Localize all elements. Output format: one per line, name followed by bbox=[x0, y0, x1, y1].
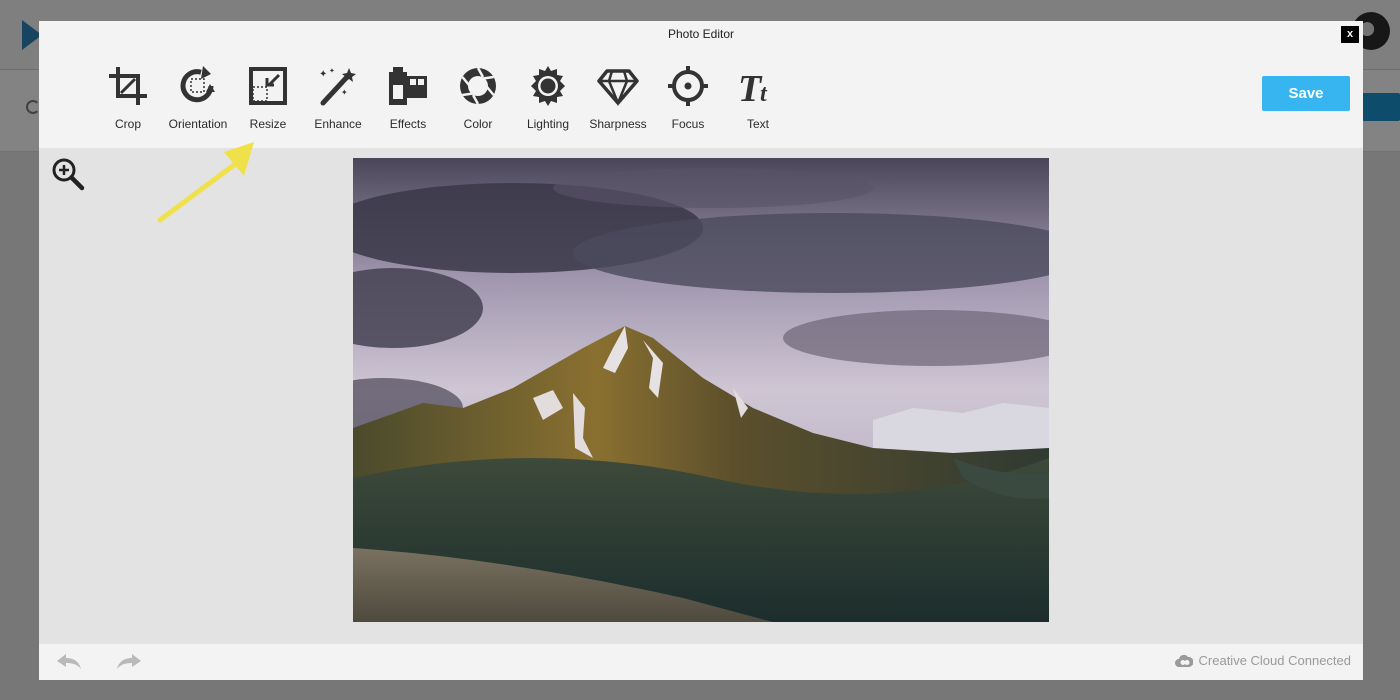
crosshair-icon bbox=[668, 66, 708, 106]
svg-text:t: t bbox=[760, 81, 768, 107]
editor-footer: Creative Cloud Connected bbox=[39, 644, 1363, 680]
redo-icon[interactable] bbox=[115, 652, 143, 672]
tool-sharpness[interactable]: Sharpness bbox=[583, 65, 653, 135]
tool-label: Crop bbox=[114, 117, 141, 131]
tool-effects[interactable]: Effects bbox=[373, 65, 443, 135]
orientation-icon bbox=[180, 66, 215, 103]
photo-editor-modal: Photo Editor x Crop Orientation Resize ✦… bbox=[39, 21, 1363, 680]
svg-text:✦: ✦ bbox=[329, 67, 335, 75]
close-button[interactable]: x bbox=[1341, 26, 1359, 43]
tool-label: Sharpness bbox=[589, 117, 647, 131]
tool-bar: Crop Orientation Resize ✦ ✦ ✦ Enhance Ef… bbox=[93, 65, 793, 135]
tool-crop[interactable]: Crop bbox=[93, 65, 163, 135]
tool-label: Enhance bbox=[314, 117, 362, 131]
tool-label: Effects bbox=[389, 117, 427, 131]
cloud-status: Creative Cloud Connected bbox=[1174, 653, 1351, 668]
crop-icon bbox=[109, 67, 147, 105]
aperture-icon bbox=[460, 67, 496, 105]
tool-enhance[interactable]: ✦ ✦ ✦ Enhance bbox=[303, 65, 373, 135]
resize-icon bbox=[249, 67, 287, 105]
tool-color[interactable]: Color bbox=[443, 65, 513, 135]
tool-label: Lighting bbox=[526, 117, 570, 131]
tool-orientation[interactable]: Orientation bbox=[163, 65, 233, 135]
tool-label: Orientation bbox=[168, 117, 228, 131]
text-icon: T t bbox=[738, 68, 768, 107]
save-button[interactable]: Save bbox=[1262, 76, 1350, 111]
tool-focus[interactable]: Focus bbox=[653, 65, 723, 135]
tool-label: Text bbox=[746, 117, 769, 131]
tool-lighting[interactable]: Lighting bbox=[513, 65, 583, 135]
modal-title: Photo Editor bbox=[667, 27, 735, 41]
photo-canvas[interactable] bbox=[353, 158, 1049, 622]
svg-text:✦: ✦ bbox=[319, 69, 327, 80]
editor-header: Photo Editor x Crop Orientation Resize ✦… bbox=[39, 21, 1363, 148]
svg-text:✦: ✦ bbox=[341, 88, 348, 97]
undo-icon[interactable] bbox=[55, 652, 83, 672]
mountain-photo bbox=[353, 158, 1049, 622]
tool-label: Focus bbox=[671, 117, 705, 131]
cloud-status-label: Creative Cloud Connected bbox=[1198, 653, 1351, 668]
creative-cloud-icon bbox=[1174, 654, 1193, 667]
tool-text[interactable]: T t Text bbox=[723, 65, 793, 135]
tool-label: Resize bbox=[249, 117, 287, 131]
sun-icon bbox=[531, 66, 565, 106]
tool-label: Color bbox=[463, 117, 493, 131]
diamond-icon bbox=[597, 69, 639, 107]
zoom-in-icon[interactable] bbox=[51, 157, 85, 191]
magic-wand-icon: ✦ ✦ ✦ bbox=[319, 67, 356, 106]
tool-resize[interactable]: Resize bbox=[233, 65, 303, 135]
film-icon bbox=[389, 67, 427, 105]
